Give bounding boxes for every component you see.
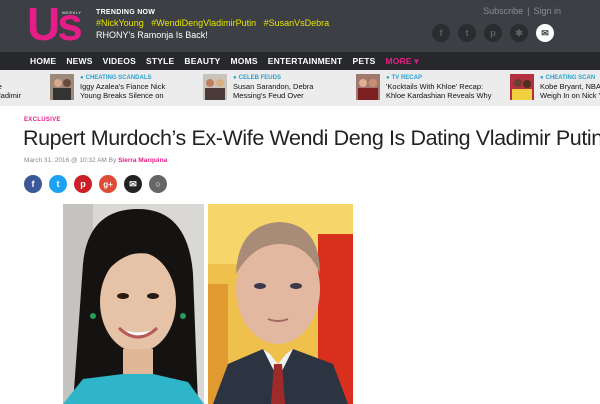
man-portrait [208, 204, 353, 404]
trending-label: TRENDING NOW [96, 9, 156, 16]
social-links: f t p ✱ ✉ [432, 24, 554, 42]
byline-by: By [108, 157, 117, 164]
ticker-item[interactable]: CHEATING SCAN Kobe Bryant, NBA P Weigh I… [510, 74, 600, 100]
ticker-category: CELEB FEUDS [233, 74, 323, 82]
nav-item-style[interactable]: STYLE [146, 56, 174, 66]
ticker-thumbnail [356, 74, 380, 100]
trending-headline[interactable]: RHONY's Ramonja Is Back! [96, 29, 334, 41]
share-twitter-icon[interactable]: t [49, 175, 67, 193]
ticker-item[interactable]: ife Vladimir [0, 74, 24, 100]
ticker-title: Kobe Bryant, NBA P Weigh In on Nick Y [540, 82, 600, 100]
article-kicker[interactable]: EXCLUSIVE [24, 117, 61, 123]
news-ticker: ife Vladimir CHEATING SCANDALS Iggy Azal… [0, 70, 600, 106]
twitter-icon[interactable]: t [458, 24, 476, 42]
article-photo-right [208, 204, 353, 404]
ticker-category: CHEATING SCAN [540, 74, 600, 82]
ticker-title: Iggy Azalea's Fiance Nick Young Breaks S… [80, 82, 166, 100]
article-title: Rupert Murdoch’s Ex-Wife Wendi Deng Is D… [23, 126, 600, 150]
ticker-thumbnail [510, 74, 534, 100]
ticker-category: TV RECAP [386, 74, 506, 82]
share-comment-icon[interactable]: ○ [149, 175, 167, 193]
trending-tag[interactable]: #WendiDengVladimirPutin [151, 18, 256, 28]
share-email-icon[interactable]: ✉ [124, 175, 142, 193]
mail-icon[interactable]: ✉ [536, 24, 554, 42]
ticker-title: ife Vladimir [0, 82, 22, 100]
us-weekly-logo[interactable]: Us WEEKLY [27, 0, 83, 50]
subscribe-link[interactable]: Subscribe [483, 6, 523, 16]
pinterest-icon[interactable]: p [484, 24, 502, 42]
trending-tag[interactable]: #NickYoung [96, 18, 144, 28]
trending-tag[interactable]: #SusanVsDebra [264, 18, 330, 28]
ticker-item[interactable]: TV RECAP 'Kocktails With Khloe' Recap: K… [356, 74, 506, 100]
facebook-icon[interactable]: f [432, 24, 450, 42]
nav-item-news[interactable]: NEWS [66, 56, 92, 66]
ticker-title: 'Kocktails With Khloe' Recap: Khloe Kard… [386, 82, 492, 100]
article-author[interactable]: Sierra Marquina [118, 157, 167, 164]
ticker-category: CHEATING SCANDALS [80, 74, 170, 82]
nav-item-pets[interactable]: PETS [352, 56, 375, 66]
logo-subtext: WEEKLY [62, 10, 82, 15]
main-nav: HOME NEWS VIDEOS STYLE BEAUTY MOMS ENTER… [0, 52, 600, 70]
sign-in-link[interactable]: Sign in [533, 6, 561, 16]
nav-item-home[interactable]: HOME [30, 56, 56, 66]
social-other-icon[interactable]: ✱ [510, 24, 528, 42]
trending-tags: #NickYoung #WendiDengVladimirPutin #Susa… [96, 17, 334, 29]
account-links: Subscribe | Sign in [483, 6, 561, 16]
nav-item-videos[interactable]: VIDEOS [103, 56, 136, 66]
article-byline: March 31, 2016 @ 10:32 AM By Sierra Marq… [24, 157, 167, 164]
ticker-thumbnail [50, 74, 74, 100]
nav-item-entertainment[interactable]: ENTERTAINMENT [268, 56, 343, 66]
trending-panel: TRENDING NOW #NickYoung #WendiDengVladim… [96, 8, 334, 41]
article-photo-left [63, 204, 204, 404]
top-bar: Us WEEKLY TRENDING NOW #NickYoung #Wendi… [0, 0, 600, 52]
logo-text: Us [27, 0, 83, 50]
article-date: March 31, 2016 @ 10:32 AM [24, 157, 107, 164]
ticker-title: Susan Sarandon, Debra Messing's Feud Ove… [233, 82, 314, 100]
share-facebook-icon[interactable]: f [24, 175, 42, 193]
ticker-thumbnail [203, 74, 227, 100]
ticker-item[interactable]: CELEB FEUDS Susan Sarandon, Debra Messin… [203, 74, 323, 100]
ticker-item[interactable]: CHEATING SCANDALS Iggy Azalea's Fiance N… [50, 74, 170, 100]
nav-item-beauty[interactable]: BEAUTY [184, 56, 220, 66]
share-pinterest-icon[interactable]: p [74, 175, 92, 193]
share-google-icon[interactable]: g+ [99, 175, 117, 193]
nav-item-moms[interactable]: MOMS [231, 56, 258, 66]
share-bar: f t p g+ ✉ ○ [24, 175, 167, 193]
nav-item-more[interactable]: MORE ▾ [385, 56, 418, 67]
woman-portrait [63, 204, 204, 404]
